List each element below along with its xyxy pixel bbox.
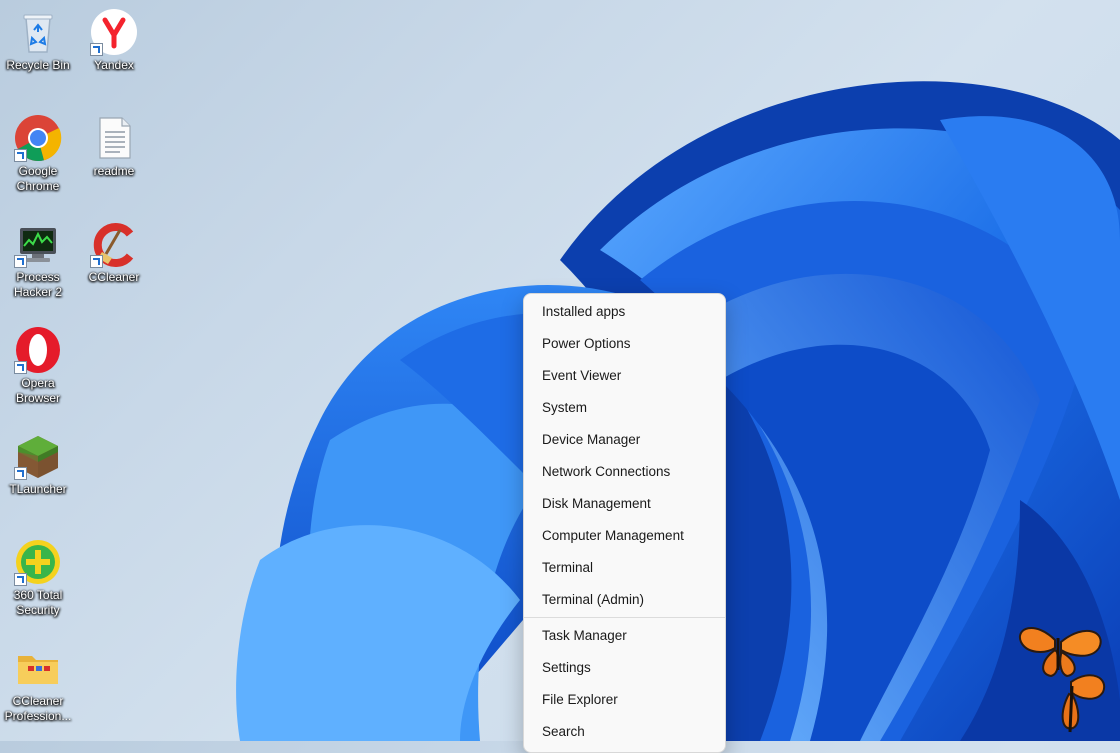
menu-separator (524, 617, 725, 618)
menu-item-settings[interactable]: Settings (528, 652, 721, 684)
text-document-icon (90, 114, 138, 162)
menu-item-file-explorer[interactable]: File Explorer (528, 684, 721, 716)
ccleaner-icon (90, 220, 138, 268)
menu-item-event-viewer[interactable]: Event Viewer (528, 360, 721, 392)
menu-item-network-connections[interactable]: Network Connections (528, 456, 721, 488)
shortcut-arrow-icon (90, 43, 103, 56)
desktop-icon-ccleaner[interactable]: CCleaner (76, 220, 152, 285)
menu-item-disk-management[interactable]: Disk Management (528, 488, 721, 520)
menu-item-system[interactable]: System (528, 392, 721, 424)
menu-item-power-options[interactable]: Power Options (528, 328, 721, 360)
butterfly-icon (1018, 626, 1106, 733)
recycle-bin-icon (14, 8, 62, 56)
desktop-icon-label: CCleaner (88, 270, 140, 284)
shortcut-arrow-icon (90, 255, 103, 268)
shortcut-arrow-icon (14, 467, 27, 480)
desktop-icon-label: 360 Total Security (13, 588, 63, 617)
yandex-icon (90, 8, 138, 56)
shortcut-arrow-icon (14, 361, 27, 374)
desktop-icon-label: Process Hacker 2 (13, 270, 63, 299)
shortcut-arrow-icon (14, 149, 27, 162)
shortcut-arrow-icon (14, 255, 27, 268)
desktop-icon-google-chrome[interactable]: Google Chrome (0, 114, 76, 194)
menu-item-installed-apps[interactable]: Installed apps (528, 296, 721, 328)
menu-item-terminal-admin[interactable]: Terminal (Admin) (528, 584, 721, 616)
desktop-icon-label: Opera Browser (15, 376, 60, 405)
desktop-icon-yandex[interactable]: Yandex (76, 8, 152, 73)
360-security-icon (14, 538, 62, 586)
menu-item-terminal[interactable]: Terminal (528, 552, 721, 584)
desktop-icon-readme[interactable]: readme (76, 114, 152, 179)
desktop-icon-tlauncher[interactable]: TLauncher (0, 432, 76, 497)
desktop-icon-recycle-bin[interactable]: Recycle Bin (0, 8, 76, 73)
menu-item-task-manager[interactable]: Task Manager (528, 620, 721, 652)
menu-item-computer-management[interactable]: Computer Management (528, 520, 721, 552)
winx-context-menu: Installed apps Power Options Event Viewe… (523, 293, 726, 753)
chrome-icon (14, 114, 62, 162)
menu-item-device-manager[interactable]: Device Manager (528, 424, 721, 456)
desktop-icon-label: Google Chrome (16, 164, 60, 193)
desktop-icon-label: Yandex (94, 58, 134, 72)
desktop-icon-label: readme (93, 164, 135, 178)
desktop-icon-process-hacker[interactable]: Process Hacker 2 (0, 220, 76, 300)
desktop-icon-label: CCleaner Profession... (4, 694, 72, 723)
tlauncher-icon (14, 432, 62, 480)
menu-item-search[interactable]: Search (528, 716, 721, 748)
desktop-icon-label: Recycle Bin (6, 58, 70, 72)
desktop-icon-opera[interactable]: Opera Browser (0, 326, 76, 406)
desktop-icon-ccleaner-professional-folder[interactable]: CCleaner Profession... (0, 644, 76, 724)
desktop-icon-360-total-security[interactable]: 360 Total Security (0, 538, 76, 618)
folder-icon (14, 644, 62, 692)
shortcut-arrow-icon (14, 573, 27, 586)
opera-icon (14, 326, 62, 374)
process-hacker-icon (14, 220, 62, 268)
desktop-icon-label: TLauncher (9, 482, 67, 496)
